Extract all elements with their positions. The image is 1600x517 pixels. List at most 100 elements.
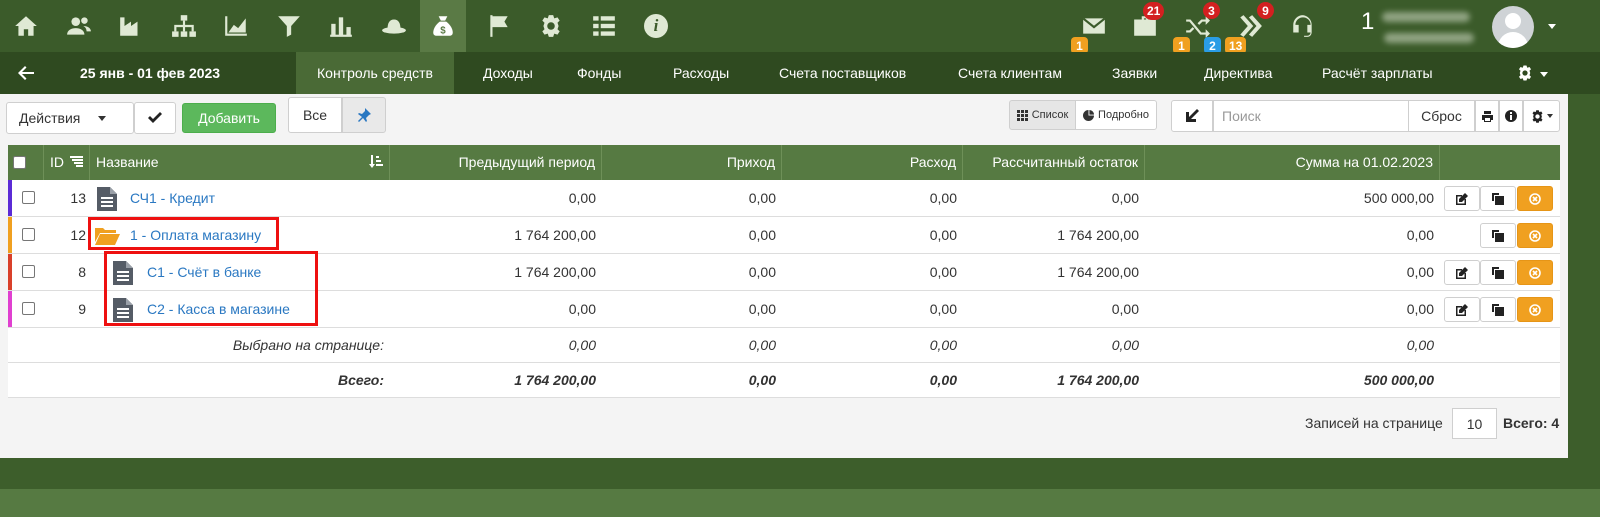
collapse-button[interactable] xyxy=(1171,100,1213,132)
edit-button[interactable] xyxy=(1444,297,1480,322)
tab-client-invoices[interactable]: Счета клиентам xyxy=(937,52,1083,94)
cancel-button[interactable] xyxy=(1517,186,1553,211)
total-count: Всего: 4 xyxy=(1503,415,1560,431)
edit-button[interactable] xyxy=(1444,260,1480,285)
filter-icon[interactable] xyxy=(272,9,306,43)
forward-badge-top: 9 xyxy=(1257,2,1274,19)
info-button[interactable] xyxy=(1499,100,1523,132)
row-expense: 0,00 xyxy=(929,301,957,317)
bottom-panel-strip xyxy=(0,489,1600,517)
pin-button[interactable] xyxy=(342,97,386,133)
row-calc-balance: 1 764 200,00 xyxy=(1057,264,1139,280)
highlight-box-folder xyxy=(88,217,279,250)
selected-income: 0,00 xyxy=(748,337,776,353)
list-icon[interactable] xyxy=(587,9,621,43)
row-expense: 0,00 xyxy=(929,190,957,206)
avatar[interactable] xyxy=(1492,6,1534,48)
row-checkbox[interactable] xyxy=(22,265,35,278)
grid-icon xyxy=(1016,109,1028,121)
actions-dropdown[interactable]: Действия xyxy=(6,102,134,134)
add-button[interactable]: Добавить xyxy=(182,103,276,133)
copy-button[interactable] xyxy=(1480,223,1516,248)
settings-gear-icon[interactable] xyxy=(1516,64,1534,82)
table-settings-button[interactable] xyxy=(1523,100,1560,132)
copy-icon xyxy=(1492,192,1504,205)
copy-button[interactable] xyxy=(1480,297,1516,322)
tab-supplier-invoices[interactable]: Счета поставщиков xyxy=(758,52,927,94)
cancel-button[interactable] xyxy=(1517,260,1553,285)
column-sum-on-date[interactable]: Сумма на 01.02.2023 xyxy=(1145,145,1440,180)
row-id: 13 xyxy=(70,190,86,206)
selected-calc-balance: 0,00 xyxy=(1111,337,1139,353)
gear-icon[interactable] xyxy=(534,9,568,43)
cancel-button[interactable] xyxy=(1517,297,1553,322)
factory-icon[interactable] xyxy=(114,9,148,43)
column-prev-period[interactable]: Предыдущий период xyxy=(390,145,602,180)
tab-payroll[interactable]: Расчёт зарплаты xyxy=(1301,52,1454,94)
row-checkbox[interactable] xyxy=(22,191,35,204)
reset-button[interactable]: Сброс xyxy=(1408,100,1475,132)
hat-icon[interactable] xyxy=(377,9,411,43)
tab-expenses[interactable]: Расходы xyxy=(652,52,750,94)
edit-icon xyxy=(1456,266,1468,279)
gear-icon xyxy=(1532,109,1543,123)
headset-icon[interactable] xyxy=(1286,9,1320,43)
list-view-label: Список xyxy=(1031,109,1069,121)
blurred-user-name xyxy=(1382,12,1470,22)
print-button[interactable] xyxy=(1475,100,1499,132)
tab-requests[interactable]: Заявки xyxy=(1091,52,1178,94)
bar-chart-icon[interactable] xyxy=(324,9,358,43)
row-checkbox[interactable] xyxy=(22,302,35,315)
org-chart-icon[interactable] xyxy=(167,9,201,43)
cancel-circle-icon xyxy=(1529,192,1541,205)
filter-all-button[interactable]: Все xyxy=(288,97,342,133)
info-icon[interactable]: i xyxy=(639,9,673,43)
table-header: ID Название Предыдущий период Приход Рас… xyxy=(8,145,1560,180)
edit-button[interactable] xyxy=(1444,186,1480,211)
select-all-checkbox[interactable] xyxy=(13,156,26,169)
confirm-button[interactable] xyxy=(134,102,176,134)
table-row[interactable]: 13 СЧ1 - Кредит 0,00 0,00 0,00 0,00 500 … xyxy=(8,180,1560,217)
top-icon-bar: $ i 1 21 3 1 2 9 13 1 xyxy=(0,0,1600,54)
row-id: 9 xyxy=(78,301,86,317)
tab-directive[interactable]: Директива xyxy=(1183,52,1293,94)
total-calc-balance: 1 764 200,00 xyxy=(1057,372,1139,388)
total-summary-row: Всего: 1 764 200,00 0,00 0,00 1 764 200,… xyxy=(8,363,1560,398)
copy-button[interactable] xyxy=(1480,260,1516,285)
tab-funds-control[interactable]: Контроль средств xyxy=(296,52,454,94)
row-calc-balance: 0,00 xyxy=(1111,190,1139,206)
back-arrow-icon[interactable] xyxy=(16,63,36,83)
tab-income[interactable]: Доходы xyxy=(462,52,554,94)
copy-button[interactable] xyxy=(1480,186,1516,211)
detail-view-button[interactable]: Подробно xyxy=(1075,100,1157,130)
column-expense[interactable]: Расход xyxy=(782,145,963,180)
row-sum-on-date: 0,00 xyxy=(1406,264,1434,280)
sort-lines-icon xyxy=(69,156,83,167)
users-icon[interactable] xyxy=(62,9,96,43)
list-view-button[interactable]: Список xyxy=(1009,100,1076,130)
home-icon[interactable] xyxy=(9,9,43,43)
row-checkbox[interactable] xyxy=(22,228,35,241)
chevron-down-icon[interactable] xyxy=(1540,72,1548,77)
date-range[interactable]: 25 янв - 01 фев 2023 xyxy=(80,65,220,81)
column-income[interactable]: Приход xyxy=(602,145,782,180)
column-id[interactable]: ID xyxy=(44,145,90,180)
column-calc-balance[interactable]: Рассчитанный остаток xyxy=(963,145,1145,180)
flag-icon[interactable] xyxy=(482,9,516,43)
tab-funds[interactable]: Фонды xyxy=(556,52,642,94)
row-name-link[interactable]: СЧ1 - Кредит xyxy=(130,180,215,216)
row-income: 0,00 xyxy=(748,190,776,206)
total-sum-on-date: 500 000,00 xyxy=(1363,372,1434,388)
search-input[interactable] xyxy=(1213,100,1409,132)
printer-icon xyxy=(1481,110,1493,122)
money-bag-icon[interactable]: $ xyxy=(420,0,466,52)
per-page-select[interactable]: 10 xyxy=(1452,408,1497,439)
row-color-marker xyxy=(8,291,12,327)
chart-area-icon[interactable] xyxy=(219,9,253,43)
actions-label: Действия xyxy=(19,110,81,126)
row-id: 8 xyxy=(78,264,86,280)
cancel-button[interactable] xyxy=(1517,223,1553,248)
chevron-down-icon[interactable] xyxy=(1548,24,1556,29)
column-name[interactable]: Название xyxy=(90,145,390,180)
row-sum-on-date: 500 000,00 xyxy=(1363,190,1434,206)
